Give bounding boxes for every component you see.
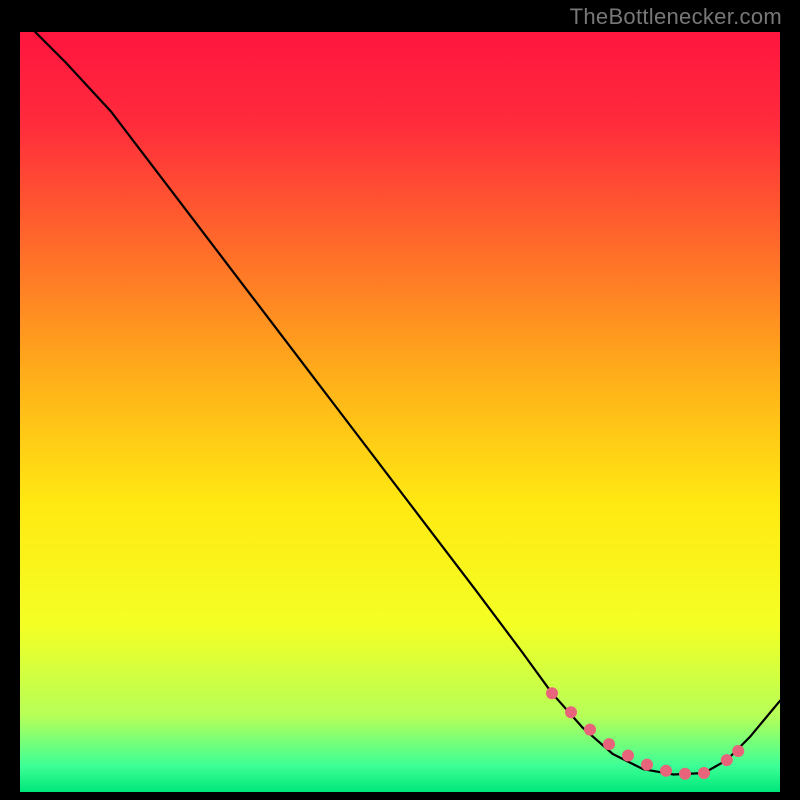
highlight-dot bbox=[721, 754, 733, 766]
highlight-dot bbox=[732, 745, 744, 757]
gradient-background bbox=[20, 32, 780, 792]
chart-frame bbox=[20, 32, 780, 792]
highlight-dot bbox=[584, 724, 596, 736]
highlight-dot bbox=[622, 750, 634, 762]
highlight-dot bbox=[565, 706, 577, 718]
highlight-dot bbox=[679, 768, 691, 780]
chart-svg bbox=[20, 32, 780, 792]
highlight-dot bbox=[641, 759, 653, 771]
highlight-dot bbox=[546, 687, 558, 699]
watermark-text: TheBottlenecker.com bbox=[570, 4, 782, 30]
highlight-dot bbox=[660, 765, 672, 777]
highlight-dot bbox=[698, 767, 710, 779]
highlight-dot bbox=[603, 738, 615, 750]
